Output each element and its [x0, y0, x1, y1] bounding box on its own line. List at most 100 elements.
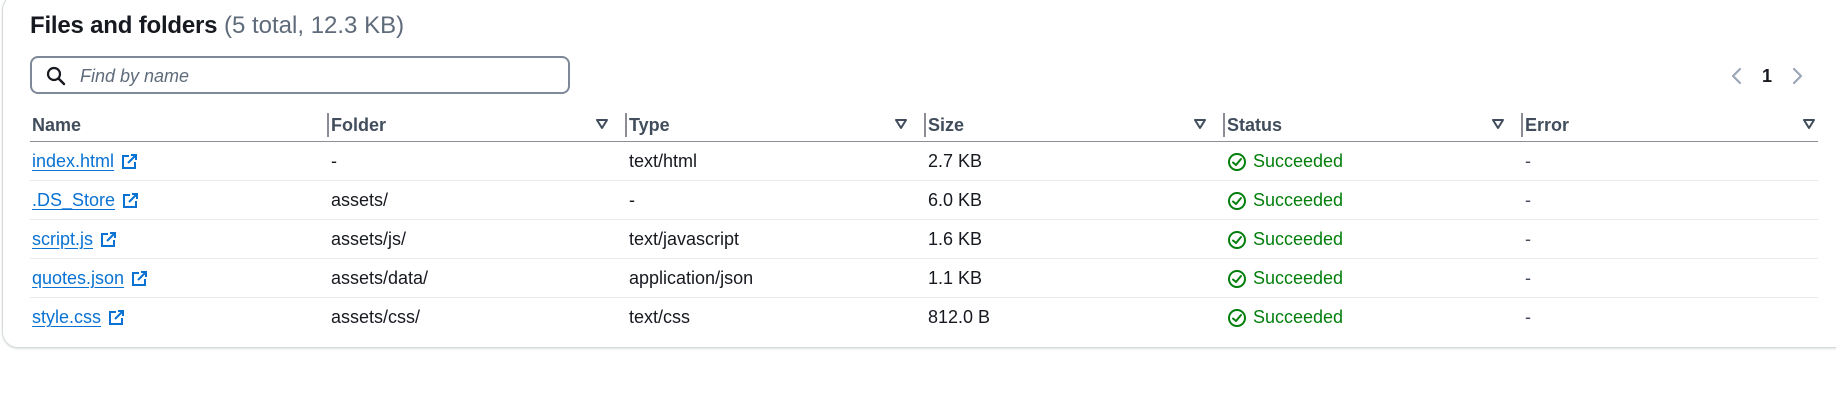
type-value: text/html: [629, 151, 698, 171]
panel-header: Files and folders (5 total, 12.3 KB): [30, 11, 404, 41]
success-check-icon: [1228, 269, 1246, 288]
cell-size: 812.0 B: [926, 298, 1225, 337]
type-value: application/json: [629, 268, 754, 288]
status-text: Succeeded: [1253, 307, 1344, 327]
folder-value: assets/js/: [331, 229, 407, 249]
folder-value: assets/: [331, 190, 389, 210]
sort-caret-icon[interactable]: [1802, 117, 1816, 131]
external-link-icon: [101, 231, 117, 247]
success-check-icon: [1228, 308, 1246, 327]
status-indicator: Succeeded: [1227, 268, 1343, 289]
type-value: text/javascript: [629, 229, 740, 249]
file-name: quotes.json: [32, 268, 125, 288]
file-name: style.css: [32, 307, 102, 327]
sort-caret-icon[interactable]: [894, 117, 908, 131]
cell-name: .DS_Store: [30, 180, 329, 220]
cell-type: text/css: [627, 298, 926, 337]
folder-value: assets/css/: [331, 307, 421, 327]
file-name: .DS_Store: [32, 190, 116, 210]
error-value: -: [1525, 151, 1531, 171]
cell-status: Succeeded: [1225, 219, 1523, 259]
cell-folder: assets/: [329, 180, 627, 220]
column-header-type[interactable]: Type: [627, 107, 926, 142]
cell-error: -: [1523, 258, 1818, 298]
cell-folder: assets/css/: [329, 298, 627, 337]
status-text: Succeeded: [1253, 229, 1344, 249]
external-link-icon: [132, 270, 148, 286]
column-header-label: Name: [32, 115, 82, 135]
cell-type: text/html: [627, 141, 926, 181]
cell-name: index.html: [30, 141, 329, 181]
file-link[interactable]: quotes.json: [32, 268, 148, 289]
cell-error: -: [1523, 298, 1818, 337]
files-and-folders-panel: Files and folders (5 total, 12.3 KB) 1: [2, 0, 1836, 348]
previous-page-button[interactable]: [1723, 63, 1749, 89]
search-input[interactable]: [78, 63, 552, 89]
column-header-name[interactable]: Name: [30, 107, 329, 142]
file-link[interactable]: index.html: [32, 151, 138, 172]
status-text: Succeeded: [1253, 151, 1344, 171]
next-page-button[interactable]: [1785, 63, 1811, 89]
success-check-icon: [1228, 152, 1246, 171]
cell-size: 6.0 KB: [926, 180, 1225, 220]
cell-status: Succeeded: [1225, 141, 1523, 181]
cell-name: quotes.json: [30, 258, 329, 298]
file-link[interactable]: style.css: [32, 307, 125, 328]
folder-value: -: [331, 151, 337, 171]
error-value: -: [1525, 307, 1531, 327]
status-text: Succeeded: [1253, 190, 1344, 210]
column-header-error[interactable]: Error: [1523, 107, 1818, 142]
size-value: 812.0 B: [928, 307, 991, 327]
pagination: 1: [1723, 63, 1811, 89]
panel-title: Files and folders: [30, 12, 218, 39]
size-value: 1.1 KB: [928, 268, 983, 288]
column-header-label: Status: [1227, 115, 1283, 135]
page-number-button[interactable]: 1: [1749, 66, 1785, 87]
size-value: 6.0 KB: [928, 190, 983, 210]
cell-status: Succeeded: [1225, 258, 1523, 298]
file-link[interactable]: .DS_Store: [32, 190, 139, 211]
external-link-icon: [122, 153, 138, 169]
column-header-status[interactable]: Status: [1225, 107, 1523, 142]
type-value: -: [629, 190, 635, 210]
cell-folder: -: [329, 141, 627, 181]
table-header-row: Name Folder Type Size Status Error: [30, 107, 1818, 142]
file-name: index.html: [32, 151, 115, 171]
external-link-icon: [123, 192, 139, 208]
sort-caret-icon[interactable]: [595, 117, 609, 131]
error-value: -: [1525, 229, 1531, 249]
table-row: quotes.json assets/data/application/json 1…: [30, 258, 1818, 298]
column-header-size[interactable]: Size: [926, 107, 1225, 142]
success-check-icon: [1228, 191, 1246, 210]
status-indicator: Succeeded: [1227, 151, 1343, 172]
cell-type: text/javascript: [627, 219, 926, 259]
cell-name: style.css: [30, 298, 329, 337]
status-indicator: Succeeded: [1227, 190, 1343, 211]
table-row: style.css assets/css/text/css 812.0 B Succe…: [30, 298, 1818, 337]
column-header-label: Error: [1525, 115, 1570, 135]
search-icon: [46, 66, 66, 86]
size-value: 1.6 KB: [928, 229, 983, 249]
cell-type: application/json: [627, 258, 926, 298]
cell-size: 2.7 KB: [926, 141, 1225, 181]
file-name: script.js: [32, 229, 94, 249]
folder-value: assets/data/: [331, 268, 429, 288]
column-header-folder[interactable]: Folder: [329, 107, 627, 142]
cell-folder: assets/data/: [329, 258, 627, 298]
search-box[interactable]: [30, 56, 570, 94]
status-text: Succeeded: [1253, 268, 1344, 288]
external-link-icon: [109, 309, 125, 325]
files-table: Name Folder Type Size Status Error index…: [30, 107, 1818, 336]
file-link[interactable]: script.js: [32, 229, 117, 250]
cell-error: -: [1523, 180, 1818, 220]
status-indicator: Succeeded: [1227, 307, 1343, 328]
table-row: script.js assets/js/text/javascript 1.6 KB…: [30, 219, 1818, 259]
sort-caret-icon[interactable]: [1193, 117, 1207, 131]
cell-error: -: [1523, 141, 1818, 181]
cell-status: Succeeded: [1225, 298, 1523, 337]
status-indicator: Succeeded: [1227, 229, 1343, 250]
cell-size: 1.6 KB: [926, 219, 1225, 259]
cell-folder: assets/js/: [329, 219, 627, 259]
sort-caret-icon[interactable]: [1491, 117, 1505, 131]
error-value: -: [1525, 190, 1531, 210]
